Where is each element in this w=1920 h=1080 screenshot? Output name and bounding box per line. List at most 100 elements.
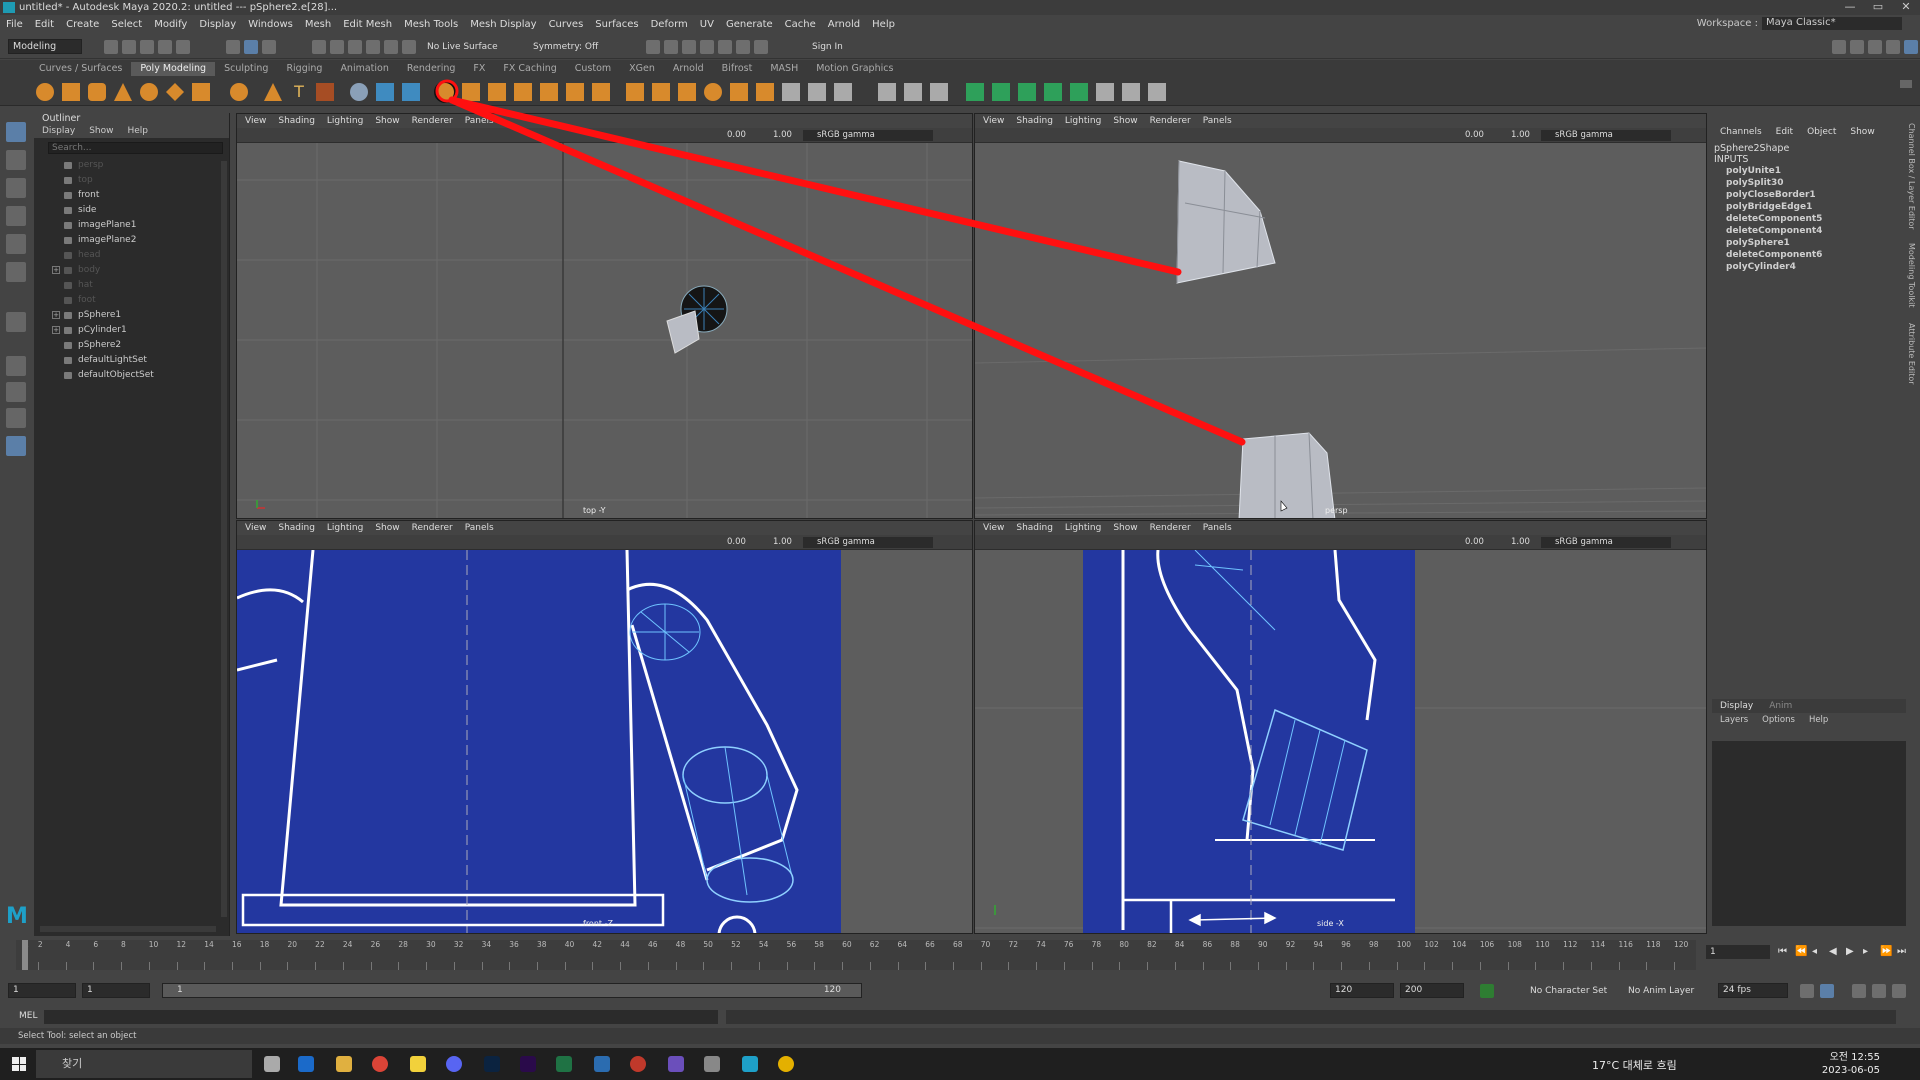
checker-icon[interactable] — [1096, 83, 1114, 101]
history-node[interactable]: polySplit30 — [1712, 177, 1906, 189]
panel-menu-lighting[interactable]: Lighting — [1065, 116, 1101, 126]
auto-map-icon[interactable] — [1070, 83, 1088, 101]
planar-map-icon[interactable] — [992, 83, 1010, 101]
panel-menu-show[interactable]: Show — [1113, 523, 1137, 533]
app-icon-3[interactable] — [778, 1056, 794, 1072]
render-settings-icon[interactable] — [700, 40, 714, 54]
poly-plane-icon[interactable] — [166, 83, 184, 101]
outliner-menu-display[interactable]: Display — [42, 125, 75, 138]
menu-edit-mesh[interactable]: Edit Mesh — [343, 19, 392, 30]
redo-icon[interactable] — [176, 40, 190, 54]
select-object-icon[interactable] — [244, 40, 258, 54]
channel-box-object-name[interactable]: pSphere2Shape — [1712, 143, 1906, 154]
menu-modify[interactable]: Modify — [154, 19, 187, 30]
collapse-icon[interactable] — [678, 83, 696, 101]
go-to-end-icon[interactable]: ⏭ — [1897, 946, 1906, 957]
menu-display[interactable]: Display — [199, 19, 236, 30]
playback-end-field[interactable]: 120 — [1330, 983, 1394, 998]
photoshop-icon[interactable] — [484, 1056, 500, 1072]
layer-menu-help[interactable]: Help — [1809, 713, 1828, 727]
viewport-top[interactable]: View Shading Lighting Show Renderer Pane… — [236, 113, 973, 519]
paint-select-icon[interactable] — [6, 178, 26, 198]
exposure-value[interactable]: 0.00 — [1465, 537, 1484, 547]
shelf-tab-animation[interactable]: Animation — [331, 62, 397, 76]
merge-icon[interactable] — [626, 83, 644, 101]
outliner-search-input[interactable]: Search... — [48, 142, 223, 154]
exposure-value[interactable]: 0.00 — [727, 130, 746, 140]
outliner-item-persp[interactable]: persp — [34, 158, 229, 173]
viewport-side[interactable]: View Shading Lighting Show Renderer Pane… — [974, 520, 1707, 934]
panel-menu-renderer[interactable]: Renderer — [412, 523, 453, 533]
taskbar-search[interactable]: 찾기 — [36, 1050, 252, 1078]
panel-menu-renderer[interactable]: Renderer — [1150, 116, 1191, 126]
gamma-value[interactable]: 1.00 — [773, 130, 792, 140]
select-hierarchy-icon[interactable] — [226, 40, 240, 54]
poly-torus-icon[interactable] — [140, 83, 158, 101]
steam-icon[interactable] — [298, 1056, 314, 1072]
panel-menu-shading[interactable]: Shading — [1016, 116, 1053, 126]
outliner-item-body[interactable]: + body — [34, 263, 229, 278]
menu-file[interactable]: File — [6, 19, 23, 30]
weather-widget[interactable]: 17°C 대체로 흐림 — [1592, 1057, 1677, 1073]
expand-icon[interactable]: + — [52, 326, 60, 334]
system-clock[interactable]: 오전 12:55 2023-06-05 — [1822, 1051, 1880, 1077]
panel-menu-show[interactable]: Show — [375, 523, 399, 533]
connect-icon[interactable] — [704, 83, 722, 101]
panel-menu-lighting[interactable]: Lighting — [1065, 523, 1101, 533]
multi-cut-icon[interactable] — [782, 83, 800, 101]
menu-windows[interactable]: Windows — [248, 19, 293, 30]
offset-edge-loop-icon[interactable] — [930, 83, 948, 101]
menu-mesh-display[interactable]: Mesh Display — [470, 19, 536, 30]
shelf-tab-fx-caching[interactable]: FX Caching — [494, 62, 565, 76]
menu-mesh-tools[interactable]: Mesh Tools — [404, 19, 458, 30]
bevel-icon[interactable] — [540, 83, 558, 101]
move-tool-icon[interactable] — [6, 206, 26, 226]
history-node[interactable]: polyCylinder4 — [1712, 261, 1906, 273]
menu-uv[interactable]: UV — [700, 19, 714, 30]
live-surface-label[interactable]: No Live Surface — [427, 42, 498, 52]
shelf-scroll-icon[interactable] — [1900, 80, 1912, 88]
shelf-tab-poly-modeling[interactable]: Poly Modeling — [131, 62, 216, 76]
history-node[interactable]: polyBridgeEdge1 — [1712, 201, 1906, 213]
edge-loop-icon[interactable] — [904, 83, 922, 101]
platonic-solid-icon[interactable] — [230, 83, 248, 101]
shelf-tab-custom[interactable]: Custom — [566, 62, 620, 76]
menu-generate[interactable]: Generate — [726, 19, 773, 30]
separate-icon[interactable] — [376, 83, 394, 101]
poly-cone-icon[interactable] — [114, 83, 132, 101]
outliner-item-defaultobjectset[interactable]: defaultObjectSet — [34, 368, 229, 383]
shelf-tab-rigging[interactable]: Rigging — [277, 62, 331, 76]
layer-menu-layers[interactable]: Layers — [1720, 713, 1748, 727]
maximize-button[interactable]: ▭ — [1864, 0, 1892, 13]
channel-box-icon[interactable] — [1886, 40, 1900, 54]
close-button[interactable]: ✕ — [1892, 0, 1920, 13]
anim-layer-dropdown[interactable]: No Anim Layer — [1628, 986, 1694, 996]
panel-menu-view[interactable]: View — [245, 523, 266, 533]
outliner-item-foot[interactable]: foot — [34, 293, 229, 308]
workspace-dropdown[interactable]: Maya Classic* — [1762, 17, 1902, 30]
workspace-selector[interactable]: Workspace : Maya Classic* — [1697, 17, 1902, 30]
excel-icon[interactable] — [556, 1056, 572, 1072]
fps-dropdown[interactable]: 24 fps — [1718, 983, 1788, 998]
colorspace-dropdown[interactable]: sRGB gamma — [803, 130, 933, 141]
twitch-icon[interactable] — [668, 1056, 684, 1072]
outliner-item-hat[interactable]: hat — [34, 278, 229, 293]
history-node[interactable]: polyCloseBorder1 — [1712, 189, 1906, 201]
kakaotalk-icon[interactable] — [410, 1056, 426, 1072]
render-view-icon[interactable] — [736, 40, 750, 54]
save-scene-icon[interactable] — [140, 40, 154, 54]
outliner-hscrollbar[interactable] — [40, 926, 216, 932]
side-tab-attribute-editor[interactable]: Attribute Editor — [1907, 323, 1916, 385]
layer-menu-options[interactable]: Options — [1762, 713, 1795, 727]
history-node[interactable]: deleteComponent4 — [1712, 225, 1906, 237]
history-node[interactable]: deleteComponent6 — [1712, 249, 1906, 261]
extrude-icon[interactable] — [488, 83, 506, 101]
snap-view-icon[interactable] — [366, 40, 380, 54]
panel-menu-show[interactable]: Show — [1113, 116, 1137, 126]
svg-icon[interactable] — [316, 83, 334, 101]
panel-menu-panels[interactable]: Panels — [1203, 116, 1232, 126]
detach-icon[interactable] — [730, 83, 748, 101]
menu-select[interactable]: Select — [111, 19, 142, 30]
outliner-scrollbar[interactable] — [221, 161, 227, 917]
panel-menu-lighting[interactable]: Lighting — [327, 116, 363, 126]
